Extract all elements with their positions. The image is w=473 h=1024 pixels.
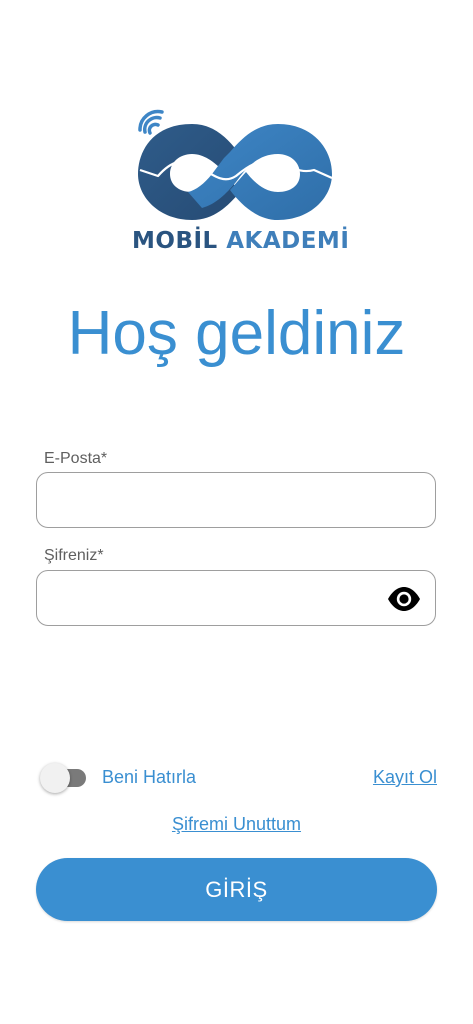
brand-name-part1: MOBİL <box>132 228 218 254</box>
forgot-password-link[interactable]: Şifremi Unuttum <box>0 814 473 835</box>
remember-label: Beni Hatırla <box>102 767 197 787</box>
login-button[interactable]: GİRİŞ <box>36 858 437 921</box>
password-label: Şifreniz* <box>44 547 104 564</box>
brand-name-part2: AKADEMİ <box>226 228 350 254</box>
infinity-logo-icon <box>138 109 333 220</box>
login-button-label: GİRİŞ <box>205 876 268 902</box>
page-title: Hoş geldiniz <box>67 299 406 368</box>
password-input[interactable] <box>51 571 381 625</box>
register-link[interactable]: Kayıt Ol <box>373 767 437 788</box>
email-field[interactable] <box>36 472 436 528</box>
brand-name: MOBİL AKADEMİ <box>132 228 349 254</box>
email-input[interactable] <box>51 473 381 527</box>
eye-icon[interactable] <box>387 586 421 612</box>
email-label: E-Posta* <box>44 450 108 467</box>
remember-toggle[interactable] <box>40 763 88 793</box>
toggle-thumb <box>40 763 70 793</box>
mobil-akademi-logo: MOBİL AKADEMİ <box>132 106 349 266</box>
password-field[interactable] <box>36 570 436 626</box>
